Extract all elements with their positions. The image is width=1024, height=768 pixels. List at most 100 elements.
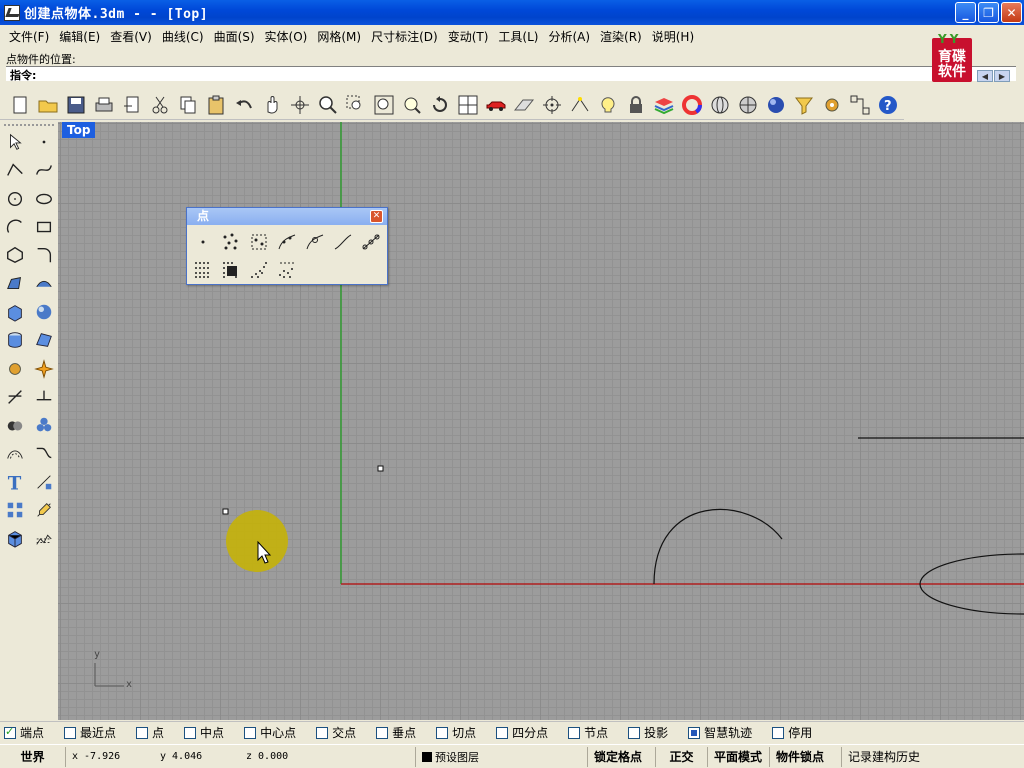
polygon-icon[interactable] <box>0 241 29 269</box>
save-icon[interactable] <box>62 91 90 119</box>
light-icon[interactable] <box>594 91 622 119</box>
panel-title-bar[interactable]: 点 ✕ <box>187 208 387 225</box>
select-arrow-icon[interactable] <box>0 128 29 156</box>
close-button[interactable]: ✕ <box>1001 2 1022 23</box>
four-viewports-icon[interactable] <box>454 91 482 119</box>
undo-view-icon[interactable] <box>426 91 454 119</box>
boolean-icon[interactable] <box>0 411 29 439</box>
osnap-checkbox[interactable] <box>628 726 641 739</box>
rectangle-icon[interactable] <box>29 213 58 241</box>
select-filter-icon[interactable] <box>790 91 818 119</box>
paste-icon[interactable] <box>202 91 230 119</box>
dimension-icon[interactable] <box>29 468 58 496</box>
status-layer[interactable]: 预设图层 <box>416 746 588 767</box>
menu-file[interactable]: 文件(F) <box>4 28 54 45</box>
drape-points-icon[interactable] <box>273 256 301 284</box>
point-object[interactable] <box>377 465 384 472</box>
group-icon[interactable] <box>846 91 874 119</box>
pan-icon[interactable] <box>258 91 286 119</box>
osnap-checkbox[interactable] <box>64 726 77 739</box>
box-icon[interactable] <box>0 298 29 326</box>
panel-close-icon[interactable]: ✕ <box>370 210 383 223</box>
offset-icon[interactable] <box>0 439 29 467</box>
command-input[interactable]: 指令: <box>6 66 1016 82</box>
zoom-icon[interactable] <box>314 91 342 119</box>
osnap-item[interactable]: 垂点 <box>376 724 416 741</box>
help-icon[interactable]: ? <box>874 91 902 119</box>
divide-curve-length-icon[interactable] <box>273 228 301 256</box>
menu-edit[interactable]: 编辑(E) <box>54 28 105 45</box>
status-ortho[interactable]: 正交 <box>656 746 708 767</box>
command-scroll[interactable]: ◀ ▶ <box>977 70 1010 82</box>
minimize-button[interactable]: _ <box>955 2 976 23</box>
osnap-checkbox[interactable] <box>688 726 701 739</box>
open-icon[interactable] <box>34 91 62 119</box>
status-record-history[interactable]: 记录建构历史 <box>842 747 952 767</box>
osnap-item[interactable]: 停用 <box>772 724 812 741</box>
menu-view[interactable]: 查看(V) <box>105 28 157 45</box>
extract-points-icon[interactable] <box>357 228 385 256</box>
ellipse-icon[interactable] <box>29 185 58 213</box>
point-object[interactable] <box>222 508 229 515</box>
osnap-checkbox[interactable] <box>184 726 197 739</box>
osnap-checkbox[interactable] <box>376 726 389 739</box>
osnap-item[interactable]: 点 <box>136 724 164 741</box>
fillet-icon[interactable] <box>29 241 58 269</box>
transform-gear-icon[interactable] <box>0 354 29 382</box>
status-grid-snap[interactable]: 锁定格点 <box>588 746 656 767</box>
scroll-left-icon[interactable]: ◀ <box>977 70 993 82</box>
zoom-selected-icon[interactable] <box>398 91 426 119</box>
split-icon[interactable] <box>29 383 58 411</box>
grid-plane-icon[interactable] <box>510 91 538 119</box>
snap-icon[interactable] <box>566 91 594 119</box>
osnap-item[interactable]: 切点 <box>436 724 476 741</box>
wireframe-sphere-icon[interactable] <box>706 91 734 119</box>
explode-icon[interactable] <box>29 354 58 382</box>
analyze-icon[interactable] <box>29 524 58 552</box>
menu-surface[interactable]: 曲面(S) <box>209 28 260 45</box>
osnap-item[interactable]: 四分点 <box>496 724 548 741</box>
cylinder-icon[interactable] <box>0 326 29 354</box>
status-cplane[interactable]: 世界 <box>0 746 66 767</box>
rendered-sphere-icon[interactable] <box>734 91 762 119</box>
maximize-button[interactable]: ❐ <box>978 2 999 23</box>
menu-analyze[interactable]: 分析(A) <box>543 28 595 45</box>
array-icon[interactable] <box>0 496 29 524</box>
menu-dimension[interactable]: 尺寸标注(D) <box>366 28 443 45</box>
menu-mesh[interactable]: 网格(M) <box>312 28 366 45</box>
undo-icon[interactable] <box>230 91 258 119</box>
osnap-checkbox[interactable] <box>136 726 149 739</box>
osnap-item[interactable]: 交点 <box>316 724 356 741</box>
status-planar[interactable]: 平面模式 <box>708 746 770 767</box>
divide-curve-count-icon[interactable] <box>301 228 329 256</box>
point-cloud-icon[interactable] <box>245 228 273 256</box>
osnap-item[interactable]: 最近点 <box>64 724 116 741</box>
osnap-checkbox[interactable] <box>4 725 16 739</box>
text-icon[interactable]: T <box>0 468 29 496</box>
cplane-icon[interactable] <box>538 91 566 119</box>
spheres-icon[interactable] <box>29 411 58 439</box>
polyline-icon[interactable] <box>0 156 29 184</box>
single-point-icon[interactable] <box>189 228 217 256</box>
osnap-checkbox[interactable] <box>496 726 509 739</box>
points-toolbar-panel[interactable]: 点 ✕ <box>186 207 388 285</box>
status-osnap[interactable]: 物件锁点 <box>770 746 842 767</box>
menu-transform[interactable]: 变动(T) <box>443 28 494 45</box>
menu-curve[interactable]: 曲线(C) <box>157 28 209 45</box>
surface-icon[interactable] <box>29 326 58 354</box>
menu-tools[interactable]: 工具(L) <box>493 28 543 45</box>
osnap-item[interactable]: 投影 <box>628 724 668 741</box>
trim-icon[interactable] <box>0 383 29 411</box>
menu-help[interactable]: 说明(H) <box>647 28 699 45</box>
osnap-checkbox[interactable] <box>772 726 785 739</box>
circle-icon[interactable] <box>0 185 29 213</box>
copy-icon[interactable] <box>174 91 202 119</box>
blend-icon[interactable] <box>29 439 58 467</box>
layer-icon[interactable] <box>650 91 678 119</box>
rotate-view-icon[interactable] <box>286 91 314 119</box>
import-icon[interactable] <box>118 91 146 119</box>
osnap-item[interactable]: 中心点 <box>244 724 296 741</box>
cut-icon[interactable] <box>146 91 174 119</box>
point-icon[interactable] <box>29 128 58 156</box>
options-gear-icon[interactable] <box>818 91 846 119</box>
